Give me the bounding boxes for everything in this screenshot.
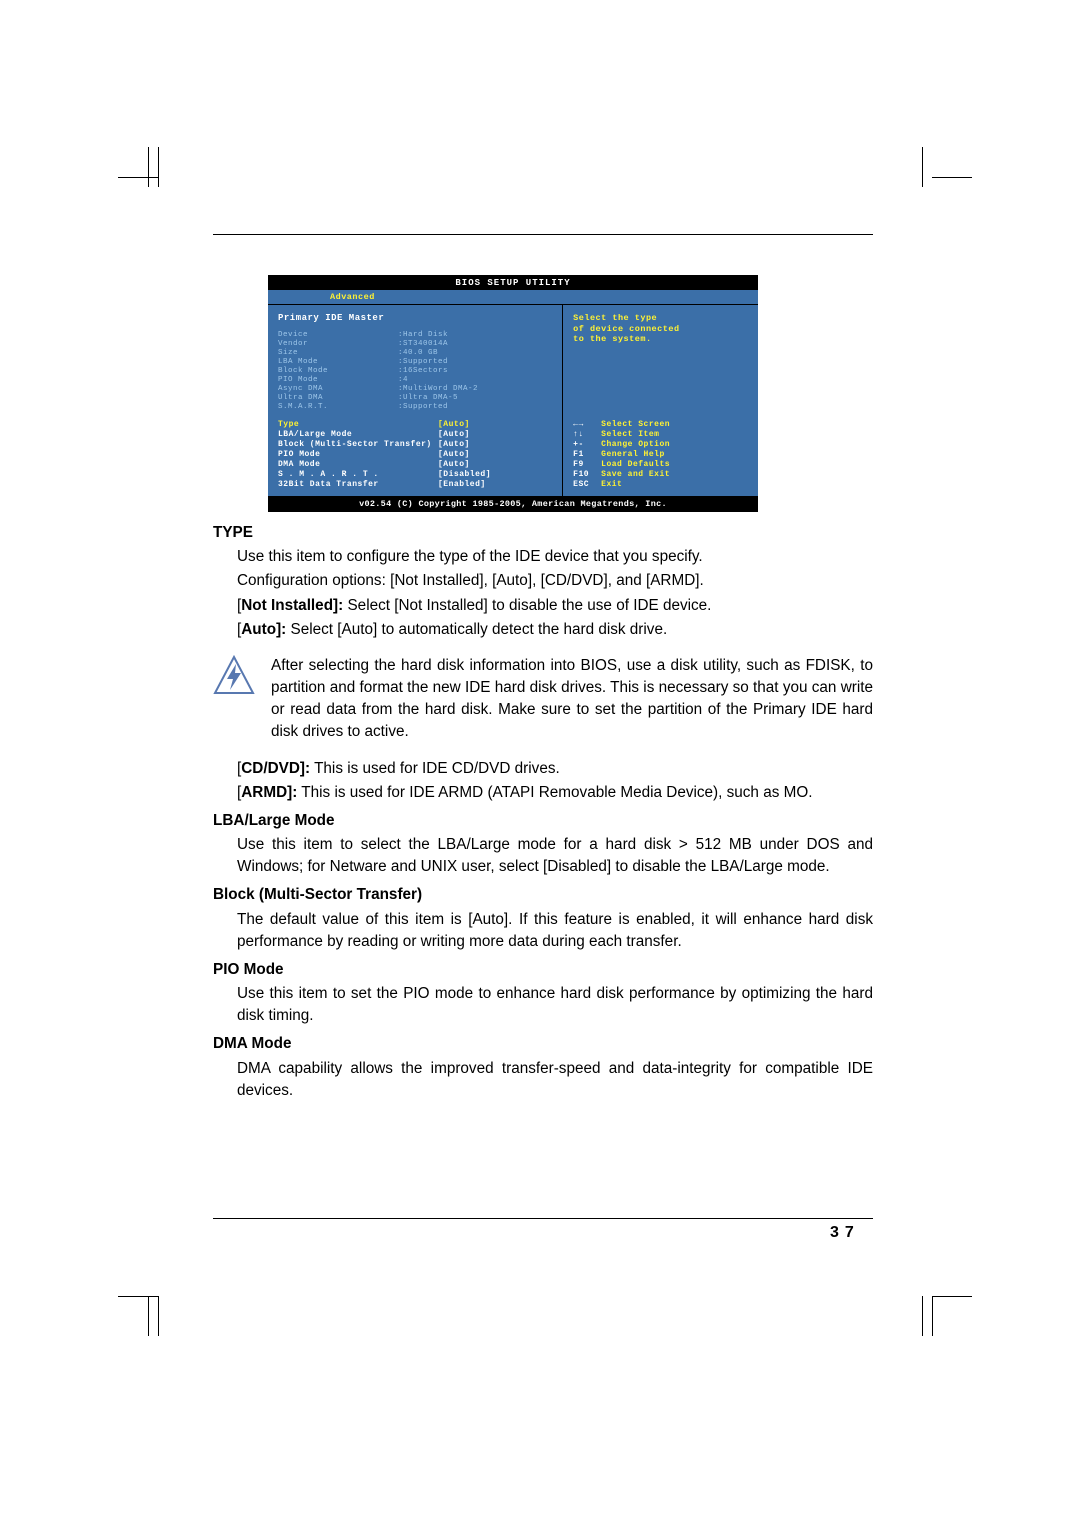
bios-nav-row: ↑↓Select Item [573, 430, 750, 440]
crop-mark [118, 177, 158, 178]
bios-nav-row: F10Save and Exit [573, 470, 750, 480]
bios-section-title: Primary IDE Master [278, 313, 552, 323]
crop-mark [148, 1296, 149, 1336]
bios-info-row: Block Mode:16Sectors [278, 367, 552, 376]
bios-setup-screenshot: BIOS SETUP UTILITY Advanced Primary IDE … [268, 275, 758, 512]
note-text: After selecting the hard disk informatio… [271, 655, 873, 744]
bios-option-row: Type[Auto] [278, 420, 552, 430]
bios-info-row: LBA Mode:Supported [278, 358, 552, 367]
type-cd: [CD/DVD]: This is used for IDE CD/DVD dr… [237, 758, 873, 780]
heading-type: TYPE [213, 522, 873, 544]
bios-option-row: S . M . A . R . T .[Disabled] [278, 470, 552, 480]
type-armd: [ARMD]: This is used for IDE ARMD (ATAPI… [237, 782, 873, 804]
lightning-icon [213, 655, 255, 697]
footer-divider [213, 1218, 873, 1219]
type-p1: Use this item to configure the type of t… [237, 546, 873, 568]
bios-info-row: PIO Mode:4 [278, 376, 552, 385]
bios-info-row: Device:Hard Disk [278, 331, 552, 340]
block-p: The default value of this item is [Auto]… [237, 909, 873, 953]
bios-tab-advanced: Advanced [324, 290, 381, 304]
bios-nav-row: ←→Select Screen [573, 420, 750, 430]
bios-nav-row: +-Change Option [573, 440, 750, 450]
type-p2: Configuration options: [Not Installed], … [237, 570, 873, 592]
document-body: TYPE Use this item to configure the type… [213, 522, 873, 1102]
bios-nav-keys: ←→Select Screen↑↓Select Item+-Change Opt… [573, 420, 750, 490]
page-number: 37 [830, 1224, 860, 1242]
bios-copyright: v02.54 (C) Copyright 1985-2005, American… [268, 496, 758, 512]
note-block: After selecting the hard disk informatio… [213, 655, 873, 744]
crop-mark [118, 1296, 158, 1297]
type-not-installed: [Not Installed]: Select [Not Installed] … [237, 595, 873, 617]
crop-mark [922, 1296, 923, 1336]
heading-pio: PIO Mode [213, 959, 873, 981]
heading-dma: DMA Mode [213, 1033, 873, 1055]
bios-tab-row: Advanced [268, 290, 758, 304]
crop-mark [148, 147, 149, 187]
crop-mark [922, 147, 923, 187]
bios-info-row: Ultra DMA:Ultra DMA-5 [278, 394, 552, 403]
bios-option-row: 32Bit Data Transfer[Enabled] [278, 480, 552, 490]
bios-option-row: PIO Mode[Auto] [278, 450, 552, 460]
crop-mark [932, 177, 972, 178]
crop-mark [932, 1296, 972, 1297]
type-auto: [Auto]: Select [Auto] to automatically d… [237, 619, 873, 641]
heading-block: Block (Multi-Sector Transfer) [213, 884, 873, 906]
pio-p: Use this item to set the PIO mode to enh… [237, 983, 873, 1027]
bios-info-row: S.M.A.R.T.:Supported [278, 403, 552, 412]
page-content: BIOS SETUP UTILITY Advanced Primary IDE … [213, 230, 873, 1104]
bios-help-text: Select the type of device connected to t… [573, 313, 750, 345]
bios-nav-row: F9Load Defaults [573, 460, 750, 470]
bios-info-row: Async DMA:MultiWord DMA-2 [278, 385, 552, 394]
bios-option-row: DMA Mode[Auto] [278, 460, 552, 470]
bios-option-row: Block (Multi-Sector Transfer)[Auto] [278, 440, 552, 450]
crop-mark [932, 1296, 933, 1336]
bios-info-row: Vendor:ST340014A [278, 340, 552, 349]
bios-options-list: Type[Auto]LBA/Large Mode[Auto]Block (Mul… [278, 420, 552, 490]
bios-nav-row: F1General Help [573, 450, 750, 460]
bios-nav-row: ESCExit [573, 480, 750, 490]
bios-info-list: Device:Hard DiskVendor:ST340014ASize:40.… [278, 331, 552, 412]
heading-lba: LBA/Large Mode [213, 810, 873, 832]
crop-mark [158, 147, 159, 187]
dma-p: DMA capability allows the improved trans… [237, 1058, 873, 1102]
bios-title: BIOS SETUP UTILITY [268, 275, 758, 290]
bios-left-pane: Primary IDE Master Device:Hard DiskVendo… [268, 305, 563, 496]
bios-info-row: Size:40.0 GB [278, 349, 552, 358]
bios-right-pane: Select the type of device connected to t… [563, 305, 758, 496]
crop-mark [158, 1296, 159, 1336]
bios-option-row: LBA/Large Mode[Auto] [278, 430, 552, 440]
lba-p: Use this item to select the LBA/Large mo… [237, 834, 873, 878]
